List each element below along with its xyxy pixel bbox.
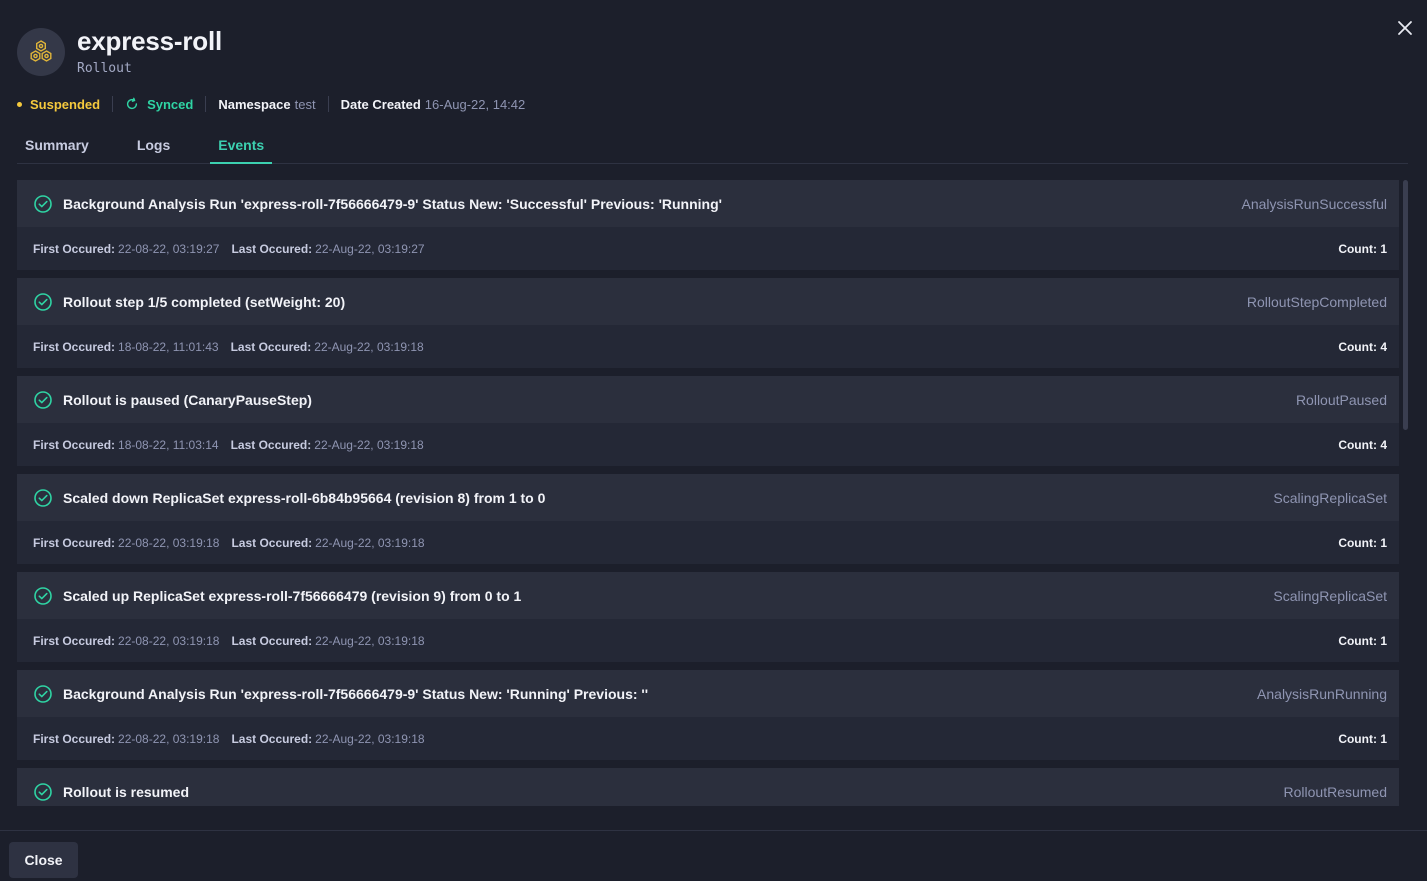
last-occured-label: Last Occured: xyxy=(230,437,312,452)
namespace-label: Namespace xyxy=(218,96,291,112)
event-card: Background Analysis Run 'express-roll-7f… xyxy=(17,670,1399,760)
event-count: Count: 1 xyxy=(1338,732,1387,746)
check-circle-icon xyxy=(34,390,52,409)
last-occured-label: Last Occured: xyxy=(231,731,313,746)
first-occured-value: 22-08-22, 03:19:27 xyxy=(118,241,220,256)
status-text: Suspended xyxy=(30,96,101,112)
resource-header: express-roll Rollout xyxy=(17,27,222,76)
event-reason: RolloutStepCompleted xyxy=(1246,293,1387,310)
first-occured-label: First Occured: xyxy=(33,339,116,354)
event-count: Count: 1 xyxy=(1338,634,1387,648)
first-occured-value: 18-08-22, 11:03:14 xyxy=(118,437,219,452)
resource-kind: Rollout xyxy=(77,61,132,76)
count-value: 1 xyxy=(1380,731,1387,746)
event-reason: ScalingReplicaSet xyxy=(1273,587,1387,604)
count-value: 4 xyxy=(1380,339,1387,354)
last-occured-value: 22-Aug-22, 03:19:18 xyxy=(315,633,425,648)
date-created-label: Date Created xyxy=(340,96,421,112)
first-occured-value: 22-08-22, 03:19:18 xyxy=(118,535,220,550)
count-value: 1 xyxy=(1380,633,1387,648)
last-occured-value: 22-Aug-22, 03:19:18 xyxy=(314,339,424,354)
last-occured-value: 22-Aug-22, 03:19:27 xyxy=(315,241,425,256)
tab-events[interactable]: Events xyxy=(210,128,273,164)
event-message: Background Analysis Run 'express-roll-7f… xyxy=(63,195,722,212)
event-reason: AnalysisRunSuccessful xyxy=(1241,195,1387,212)
tab-summary[interactable]: Summary xyxy=(17,128,97,164)
scrollbar-thumb[interactable] xyxy=(1403,180,1408,430)
first-occured-label: First Occured: xyxy=(33,535,116,550)
count-label: Count: xyxy=(1338,731,1377,746)
event-reason: ScalingReplicaSet xyxy=(1273,489,1387,506)
divider xyxy=(112,96,114,112)
event-message: Background Analysis Run 'express-roll-7f… xyxy=(63,685,649,702)
first-occured-value: 22-08-22, 03:19:18 xyxy=(118,731,220,746)
count-value: 1 xyxy=(1380,241,1387,256)
first-occured-label: First Occured: xyxy=(33,731,116,746)
check-circle-icon xyxy=(34,292,52,311)
check-circle-icon xyxy=(34,488,52,507)
first-occured-label: First Occured: xyxy=(33,241,116,256)
date-created-value: 16-Aug-22, 14:42 xyxy=(424,96,526,112)
count-label: Count: xyxy=(1338,633,1377,648)
last-occured-label: Last Occured: xyxy=(231,633,313,648)
event-count: Count: 4 xyxy=(1338,340,1387,354)
count-label: Count: xyxy=(1338,437,1377,452)
count-label: Count: xyxy=(1338,535,1377,550)
sync-text: Synced xyxy=(147,96,194,112)
last-occured-label: Last Occured: xyxy=(231,241,313,256)
count-value: 4 xyxy=(1380,437,1387,452)
last-occured-value: 22-Aug-22, 03:19:18 xyxy=(315,535,425,550)
dialog-footer: Close xyxy=(0,830,1427,881)
event-card: Background Analysis Run 'express-roll-7f… xyxy=(17,180,1399,270)
status-badge: Suspended xyxy=(17,97,100,112)
divider xyxy=(327,96,329,112)
namespace-info: Namespace test xyxy=(218,97,315,112)
tab-bar: Summary Logs Events xyxy=(17,128,1408,164)
divider xyxy=(205,96,207,112)
tab-logs[interactable]: Logs xyxy=(129,128,178,164)
count-label: Count: xyxy=(1338,241,1377,256)
rollout-hexagon-icon xyxy=(17,27,65,76)
event-reason: RolloutResumed xyxy=(1283,783,1388,800)
resource-title: express-roll xyxy=(77,26,223,56)
last-occured-value: 22-Aug-22, 03:19:18 xyxy=(314,437,424,452)
first-occured-value: 22-08-22, 03:19:18 xyxy=(118,633,220,648)
status-dot-icon xyxy=(17,101,22,107)
event-card: Scaled up ReplicaSet express-roll-7f5666… xyxy=(17,572,1399,662)
event-message: Scaled down ReplicaSet express-roll-6b84… xyxy=(63,489,546,506)
close-button[interactable]: Close xyxy=(9,842,78,878)
event-message: Rollout step 1/5 completed (setWeight: 2… xyxy=(63,293,346,310)
check-circle-icon xyxy=(34,194,52,213)
event-card: Scaled down ReplicaSet express-roll-6b84… xyxy=(17,474,1399,564)
last-occured-label: Last Occured: xyxy=(231,535,313,550)
first-occured-label: First Occured: xyxy=(33,437,116,452)
sync-badge: Synced xyxy=(125,97,193,112)
status-bar: Suspended Synced Namespace test Date Cre… xyxy=(17,95,525,113)
check-circle-icon xyxy=(34,782,52,801)
check-circle-icon xyxy=(34,684,52,703)
event-message: Rollout is resumed xyxy=(63,783,190,800)
first-occured-value: 18-08-22, 11:01:43 xyxy=(118,339,219,354)
event-count: Count: 1 xyxy=(1338,242,1387,256)
close-icon[interactable] xyxy=(1393,16,1417,40)
events-list[interactable]: Background Analysis Run 'express-roll-7f… xyxy=(17,180,1399,806)
last-occured-value: 22-Aug-22, 03:19:18 xyxy=(315,731,425,746)
event-reason: RolloutPaused xyxy=(1295,391,1387,408)
event-count: Count: 1 xyxy=(1338,536,1387,550)
event-card: Rollout step 1/5 completed (setWeight: 2… xyxy=(17,278,1399,368)
date-created-info: Date Created 16-Aug-22, 14:42 xyxy=(341,97,526,112)
event-count: Count: 4 xyxy=(1338,438,1387,452)
count-value: 1 xyxy=(1380,535,1387,550)
event-card: Rollout is resumed RolloutResumed xyxy=(17,768,1399,806)
first-occured-label: First Occured: xyxy=(33,633,116,648)
event-message: Scaled up ReplicaSet express-roll-7f5666… xyxy=(63,587,522,604)
event-message: Rollout is paused (CanaryPauseStep) xyxy=(63,391,312,408)
event-card: Rollout is paused (CanaryPauseStep) Roll… xyxy=(17,376,1399,466)
sync-icon xyxy=(127,97,138,110)
check-circle-icon xyxy=(34,586,52,605)
event-reason: AnalysisRunRunning xyxy=(1257,685,1387,702)
namespace-value: test xyxy=(294,96,316,112)
count-label: Count: xyxy=(1338,339,1377,354)
last-occured-label: Last Occured: xyxy=(230,339,312,354)
